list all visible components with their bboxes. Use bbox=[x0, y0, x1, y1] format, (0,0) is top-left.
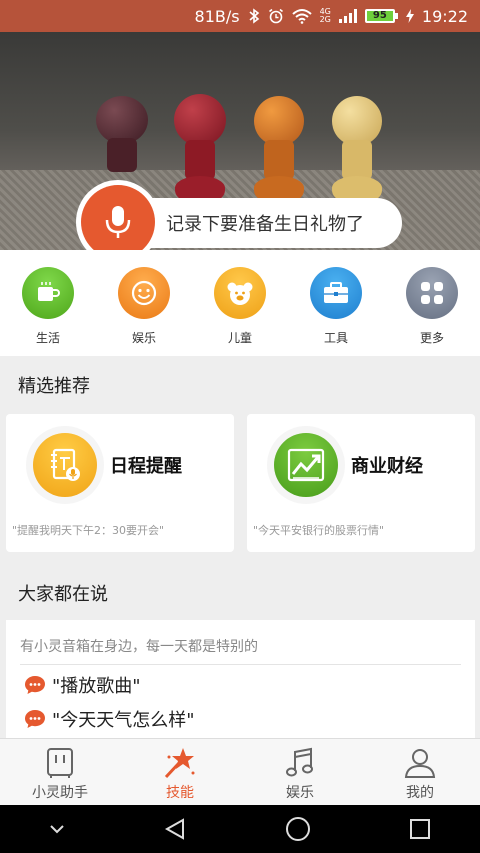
voice-prompt-text: 记录下要准备生日礼物了 bbox=[166, 214, 364, 235]
back-icon[interactable] bbox=[163, 817, 187, 841]
category-row: 生活 娱乐 儿童 工具 更多 bbox=[0, 250, 480, 356]
status-bar: 81B/s 4G 2G 95 19:22 bbox=[0, 0, 480, 32]
category-tools[interactable]: 工具 bbox=[301, 267, 371, 356]
card-hint: "今天平安银行的股票行情" bbox=[253, 524, 385, 537]
nav-profile[interactable]: 我的 bbox=[360, 739, 480, 805]
nav-label: 技能 bbox=[166, 785, 194, 801]
nav-label: 我的 bbox=[406, 785, 434, 801]
bluetooth-icon bbox=[249, 8, 259, 24]
speaker-icon bbox=[47, 748, 73, 778]
voice-examples-panel: 有小灵音箱在身边，每一天都是特别的 "播放歌曲" "今天天气怎么样" bbox=[6, 620, 475, 738]
category-more[interactable]: 更多 bbox=[397, 267, 467, 356]
recents-icon[interactable] bbox=[409, 818, 431, 840]
pawn-figure bbox=[332, 96, 382, 200]
alarm-icon bbox=[268, 8, 283, 24]
nav-skills[interactable]: 技能 bbox=[120, 739, 240, 805]
coffee-icon bbox=[22, 267, 74, 319]
talk-section-title: 大家都在说 bbox=[18, 584, 108, 605]
network-type: 4G 2G bbox=[319, 7, 331, 24]
card-title: 日程提醒 bbox=[110, 456, 182, 477]
pawn-figure bbox=[254, 96, 304, 200]
bottom-nav: 小灵助手 技能 娱乐 我的 bbox=[0, 738, 480, 805]
featured-card-schedule[interactable]: 日程提醒 "提醒我明天下午2：30要开会" bbox=[6, 414, 234, 552]
microphone-icon bbox=[105, 206, 131, 238]
battery-icon: 95 bbox=[364, 9, 398, 23]
featured-section-title: 精选推荐 bbox=[18, 376, 90, 397]
nav-label: 娱乐 bbox=[286, 785, 314, 801]
stock-chart-icon bbox=[274, 433, 338, 497]
category-life[interactable]: 生活 bbox=[13, 267, 83, 356]
voice-example-text: "今天天气怎么样" bbox=[52, 710, 195, 731]
network-speed: 81B/s bbox=[194, 6, 240, 26]
category-label: 更多 bbox=[419, 331, 444, 345]
category-label: 儿童 bbox=[227, 331, 252, 345]
system-nav-bar bbox=[0, 805, 480, 853]
battery-level: 95 bbox=[364, 9, 395, 23]
home-icon[interactable] bbox=[285, 816, 311, 842]
schedule-reminder-icon bbox=[33, 433, 97, 497]
magic-wand-icon bbox=[164, 748, 195, 779]
card-title: 商业财经 bbox=[351, 456, 423, 477]
signal-icon bbox=[338, 9, 357, 23]
wifi-icon bbox=[291, 9, 312, 24]
music-note-icon bbox=[286, 747, 313, 777]
talk-intro: 有小灵音箱在身边，每一天都是特别的 bbox=[20, 639, 258, 655]
category-label: 生活 bbox=[35, 331, 60, 345]
charging-icon bbox=[405, 9, 414, 23]
grid-icon bbox=[406, 267, 458, 319]
toolbox-icon bbox=[310, 267, 362, 319]
card-hint: "提醒我明天下午2：30要开会" bbox=[12, 524, 165, 537]
nav-label: 小灵助手 bbox=[32, 785, 88, 801]
chat-bubble-icon bbox=[25, 676, 45, 694]
category-label: 工具 bbox=[323, 331, 348, 345]
nav-assistant[interactable]: 小灵助手 bbox=[0, 739, 120, 805]
smile-icon bbox=[118, 267, 170, 319]
clock: 19:22 bbox=[421, 6, 468, 26]
pawn-figure bbox=[96, 96, 148, 172]
bear-icon bbox=[214, 267, 266, 319]
voice-example-text: "播放歌曲" bbox=[52, 676, 141, 697]
category-label: 娱乐 bbox=[131, 331, 156, 345]
featured-card-finance[interactable]: 商业财经 "今天平安银行的股票行情" bbox=[247, 414, 475, 552]
nav-entertainment[interactable]: 娱乐 bbox=[240, 739, 360, 805]
voice-example-item[interactable]: "播放歌曲" bbox=[24, 672, 141, 698]
category-entertainment[interactable]: 娱乐 bbox=[109, 267, 179, 356]
hero-banner: 记录下要准备生日礼物了 bbox=[0, 32, 480, 250]
divider bbox=[20, 664, 461, 665]
person-icon bbox=[404, 749, 436, 778]
chat-bubble-icon bbox=[25, 710, 45, 728]
chevron-down-icon[interactable] bbox=[49, 824, 65, 834]
category-children[interactable]: 儿童 bbox=[205, 267, 275, 356]
voice-example-item[interactable]: "今天天气怎么样" bbox=[24, 706, 195, 732]
pawn-figure bbox=[174, 94, 226, 200]
